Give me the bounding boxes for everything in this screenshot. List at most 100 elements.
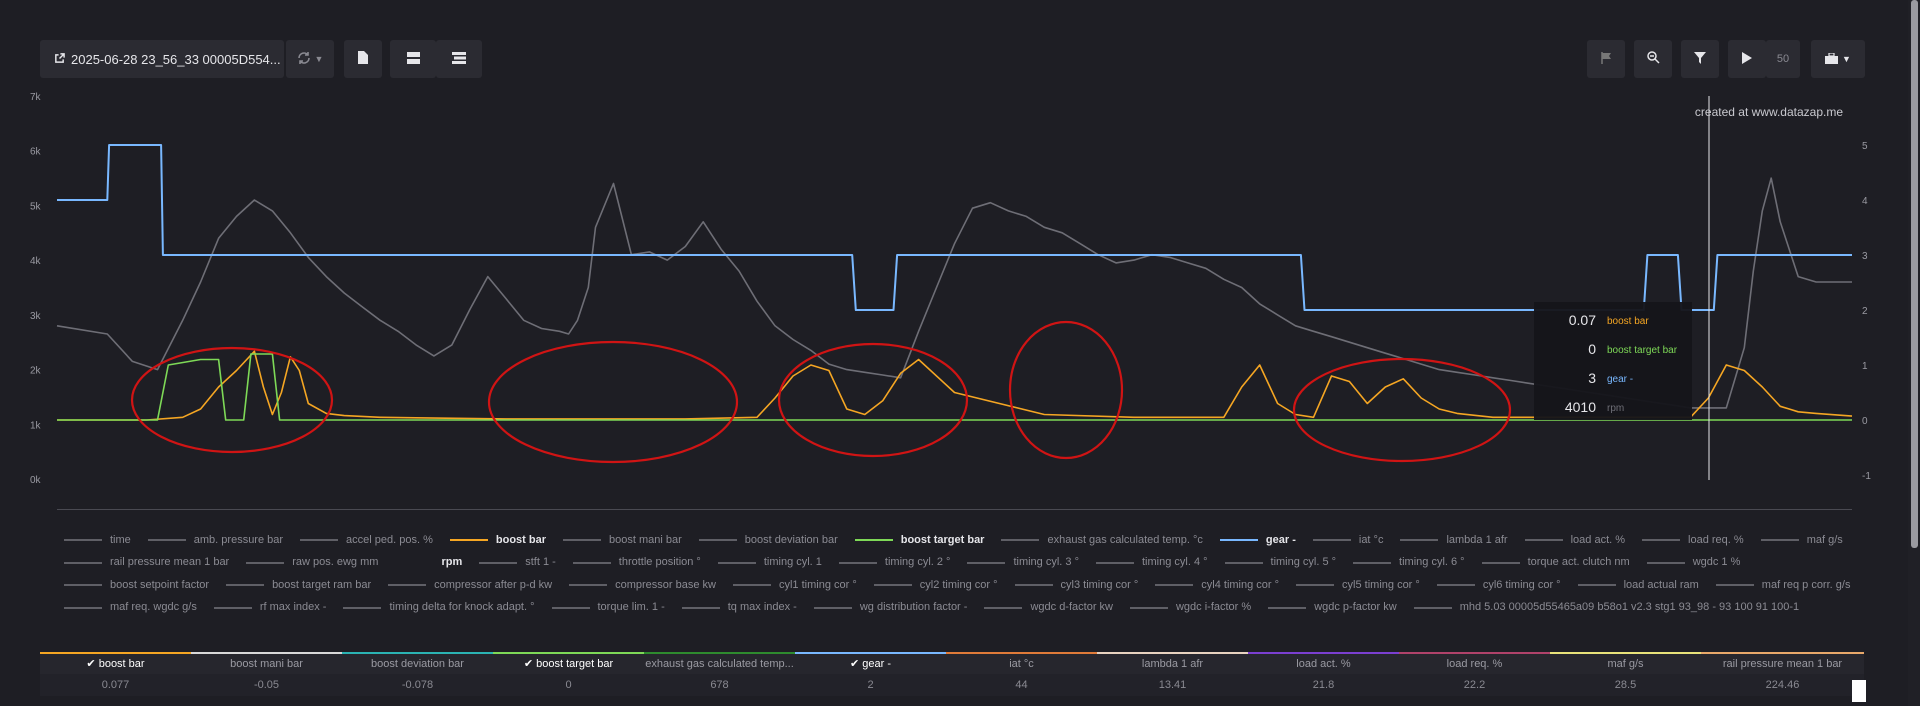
table-column[interactable]: load act. % 21.8	[1248, 652, 1399, 696]
table-header[interactable]: iat °c	[946, 654, 1097, 674]
table-column[interactable]: ✔ boost bar 0.077	[40, 652, 191, 696]
legend-item[interactable]: maf req. wgdc g/s	[64, 597, 197, 618]
legend-item[interactable]: cyl1 timing cor °	[732, 575, 857, 596]
list-settings-button[interactable]	[436, 40, 482, 78]
legend-item[interactable]: stft 1 -	[479, 552, 556, 573]
legend-item[interactable]: iat °c	[1312, 530, 1383, 551]
legend-item[interactable]: compressor after p-d kw	[388, 575, 552, 596]
document-button[interactable]	[344, 40, 382, 78]
table-header[interactable]: lambda 1 afr	[1097, 654, 1248, 674]
legend-item[interactable]: boost setpoint factor	[64, 575, 209, 596]
legend-item[interactable]: load act. %	[1524, 530, 1625, 551]
legend-item[interactable]: lambda 1 afr	[1400, 530, 1508, 551]
chart-area[interactable]: 0k 1k 2k 3k 4k 5k 6k 7k -1 0 1 2 3 4 5 0.07 boost bar 0 bo…	[0, 80, 1920, 510]
legend-item[interactable]: amb. pressure bar	[147, 530, 283, 551]
legend-item[interactable]: timing cyl. 1	[717, 552, 822, 573]
legend-item[interactable]: timing cyl. 6 °	[1353, 552, 1465, 573]
legend-swatch	[388, 584, 427, 586]
legend-item[interactable]: compressor base kw	[569, 575, 716, 596]
table-column[interactable]: maf g/s 28.5	[1550, 652, 1701, 696]
table-header[interactable]: ✔ gear -	[795, 654, 946, 674]
playback-speed-input[interactable]: 50	[1766, 40, 1800, 78]
page-scrollbar-thumb[interactable]	[1911, 0, 1918, 548]
legend-item[interactable]: cyl6 timing cor °	[1436, 575, 1561, 596]
legend-item[interactable]: torque lim. 1 -	[551, 597, 665, 618]
legend-swatch	[1413, 606, 1452, 609]
layout-button[interactable]	[390, 40, 436, 78]
table-header[interactable]: boost deviation bar	[342, 654, 493, 674]
legend-item[interactable]: torque act. clutch nm	[1481, 552, 1630, 573]
series-legend: time amb. pressure bar accel ped. pos. % bo…	[64, 528, 1874, 618]
legend-item[interactable]: exhaust gas calculated temp. °c	[1001, 530, 1203, 551]
legend-item[interactable]: tq max index -	[681, 597, 797, 618]
legend-item[interactable]: cyl4 timing cor °	[1155, 575, 1279, 596]
table-header[interactable]: load act. %	[1248, 654, 1399, 674]
legend-item[interactable]: load req. %	[1642, 530, 1744, 551]
legend-item[interactable]: rf max index -	[213, 597, 326, 618]
legend-item[interactable]: wgdc 1 %	[1646, 552, 1740, 573]
table-column[interactable]: rail pressure mean 1 bar 224.46	[1701, 652, 1864, 696]
legend-swatch	[1095, 561, 1134, 564]
legend-item[interactable]: throttle position °	[572, 552, 701, 573]
log-chart[interactable]: 0k 1k 2k 3k 4k 5k 6k 7k -1 0 1 2 3 4 5 0.07 boost bar 0 bo…	[0, 80, 1920, 510]
tools-dropdown-button[interactable]: ▼	[1811, 40, 1865, 78]
legend-item[interactable]: wgdc p-factor kw	[1268, 597, 1397, 618]
table-column[interactable]: iat °c 44	[946, 652, 1097, 696]
page-scrollbar[interactable]	[1908, 0, 1920, 706]
table-column[interactable]: ✔ boost target bar 0	[493, 652, 644, 696]
sync-dropdown-button[interactable]: ▼	[286, 40, 334, 78]
legend-label: cyl1 timing cor °	[778, 578, 857, 591]
legend-item[interactable]: accel ped. pos. %	[300, 530, 433, 551]
table-column[interactable]: load req. % 22.2	[1399, 652, 1550, 696]
legend-item[interactable]: wgdc i-factor %	[1129, 597, 1251, 618]
table-header[interactable]: load req. %	[1399, 654, 1550, 674]
log-file-button[interactable]: 2025-06-28 23_56_33 00005D554...	[40, 40, 284, 78]
table-header[interactable]: rail pressure mean 1 bar	[1701, 654, 1864, 674]
table-header[interactable]: ✔ boost bar	[40, 654, 191, 674]
legend-swatch	[246, 561, 285, 564]
table-header[interactable]: boost mani bar	[191, 654, 342, 674]
table-header[interactable]: maf g/s	[1550, 654, 1701, 674]
zoom-out-button[interactable]	[1634, 40, 1672, 78]
legend-item[interactable]: boost target bar	[854, 530, 984, 551]
legend-item[interactable]: rail pressure mean 1 bar	[64, 552, 229, 573]
legend-item[interactable]: cyl5 timing cor °	[1296, 575, 1420, 596]
legend-item[interactable]: rpm	[395, 552, 462, 573]
legend-item[interactable]: timing cyl. 3 °	[967, 552, 1079, 573]
legend-item[interactable]: timing delta for knock adapt. °	[343, 597, 535, 618]
legend-item[interactable]: cyl3 timing cor °	[1014, 575, 1138, 596]
table-header[interactable]: exhaust gas calculated temp...	[644, 654, 795, 674]
legend-item[interactable]: wgdc d-factor kw	[984, 597, 1113, 618]
legend-item[interactable]: timing cyl. 4 °	[1095, 552, 1208, 573]
table-column[interactable]: boost deviation bar -0.078	[342, 652, 493, 696]
legend-item[interactable]: boost target ram bar	[226, 575, 371, 596]
legend-item[interactable]: maf g/s	[1760, 530, 1843, 551]
legend-item[interactable]: raw pos. ewg mm	[246, 552, 378, 573]
table-column[interactable]: lambda 1 afr 13.41	[1097, 652, 1248, 696]
legend-item[interactable]: cyl2 timing cor °	[873, 575, 998, 596]
table-scroll-handle[interactable]	[1852, 680, 1866, 702]
legend-item[interactable]: time	[64, 530, 131, 551]
flag-button[interactable]	[1587, 40, 1625, 78]
play-button[interactable]	[1728, 40, 1766, 78]
legend-item[interactable]: boost bar	[449, 530, 546, 551]
legend-label: timing cyl. 6 °	[1399, 556, 1465, 568]
legend-swatch	[226, 584, 265, 586]
range-scrollbar[interactable]	[57, 509, 1852, 510]
legend-item[interactable]: mhd 5.03 00005d55465a09 b58o1 v2.3 stg1 …	[1413, 597, 1799, 618]
legend-item[interactable]: gear -	[1219, 530, 1296, 551]
legend-swatch	[1646, 561, 1685, 564]
legend-item[interactable]: maf req p corr. g/s	[1715, 575, 1850, 596]
legend-item[interactable]: load actual ram	[1577, 575, 1699, 596]
legend-item[interactable]: timing cyl. 2 °	[838, 552, 950, 573]
legend-item[interactable]: timing cyl. 5 °	[1224, 552, 1336, 573]
legend-item[interactable]: boost mani bar	[563, 530, 682, 551]
legend-item[interactable]: boost deviation bar	[698, 530, 838, 551]
table-header[interactable]: ✔ boost target bar	[493, 654, 644, 674]
legend-item[interactable]: wg distribution factor -	[813, 597, 967, 618]
legend-label: load actual ram	[1623, 578, 1699, 591]
table-column[interactable]: boost mani bar -0.05	[191, 652, 342, 696]
filter-button[interactable]	[1681, 40, 1719, 78]
table-column[interactable]: exhaust gas calculated temp... 678	[644, 652, 795, 696]
table-column[interactable]: ✔ gear -2	[795, 652, 946, 696]
